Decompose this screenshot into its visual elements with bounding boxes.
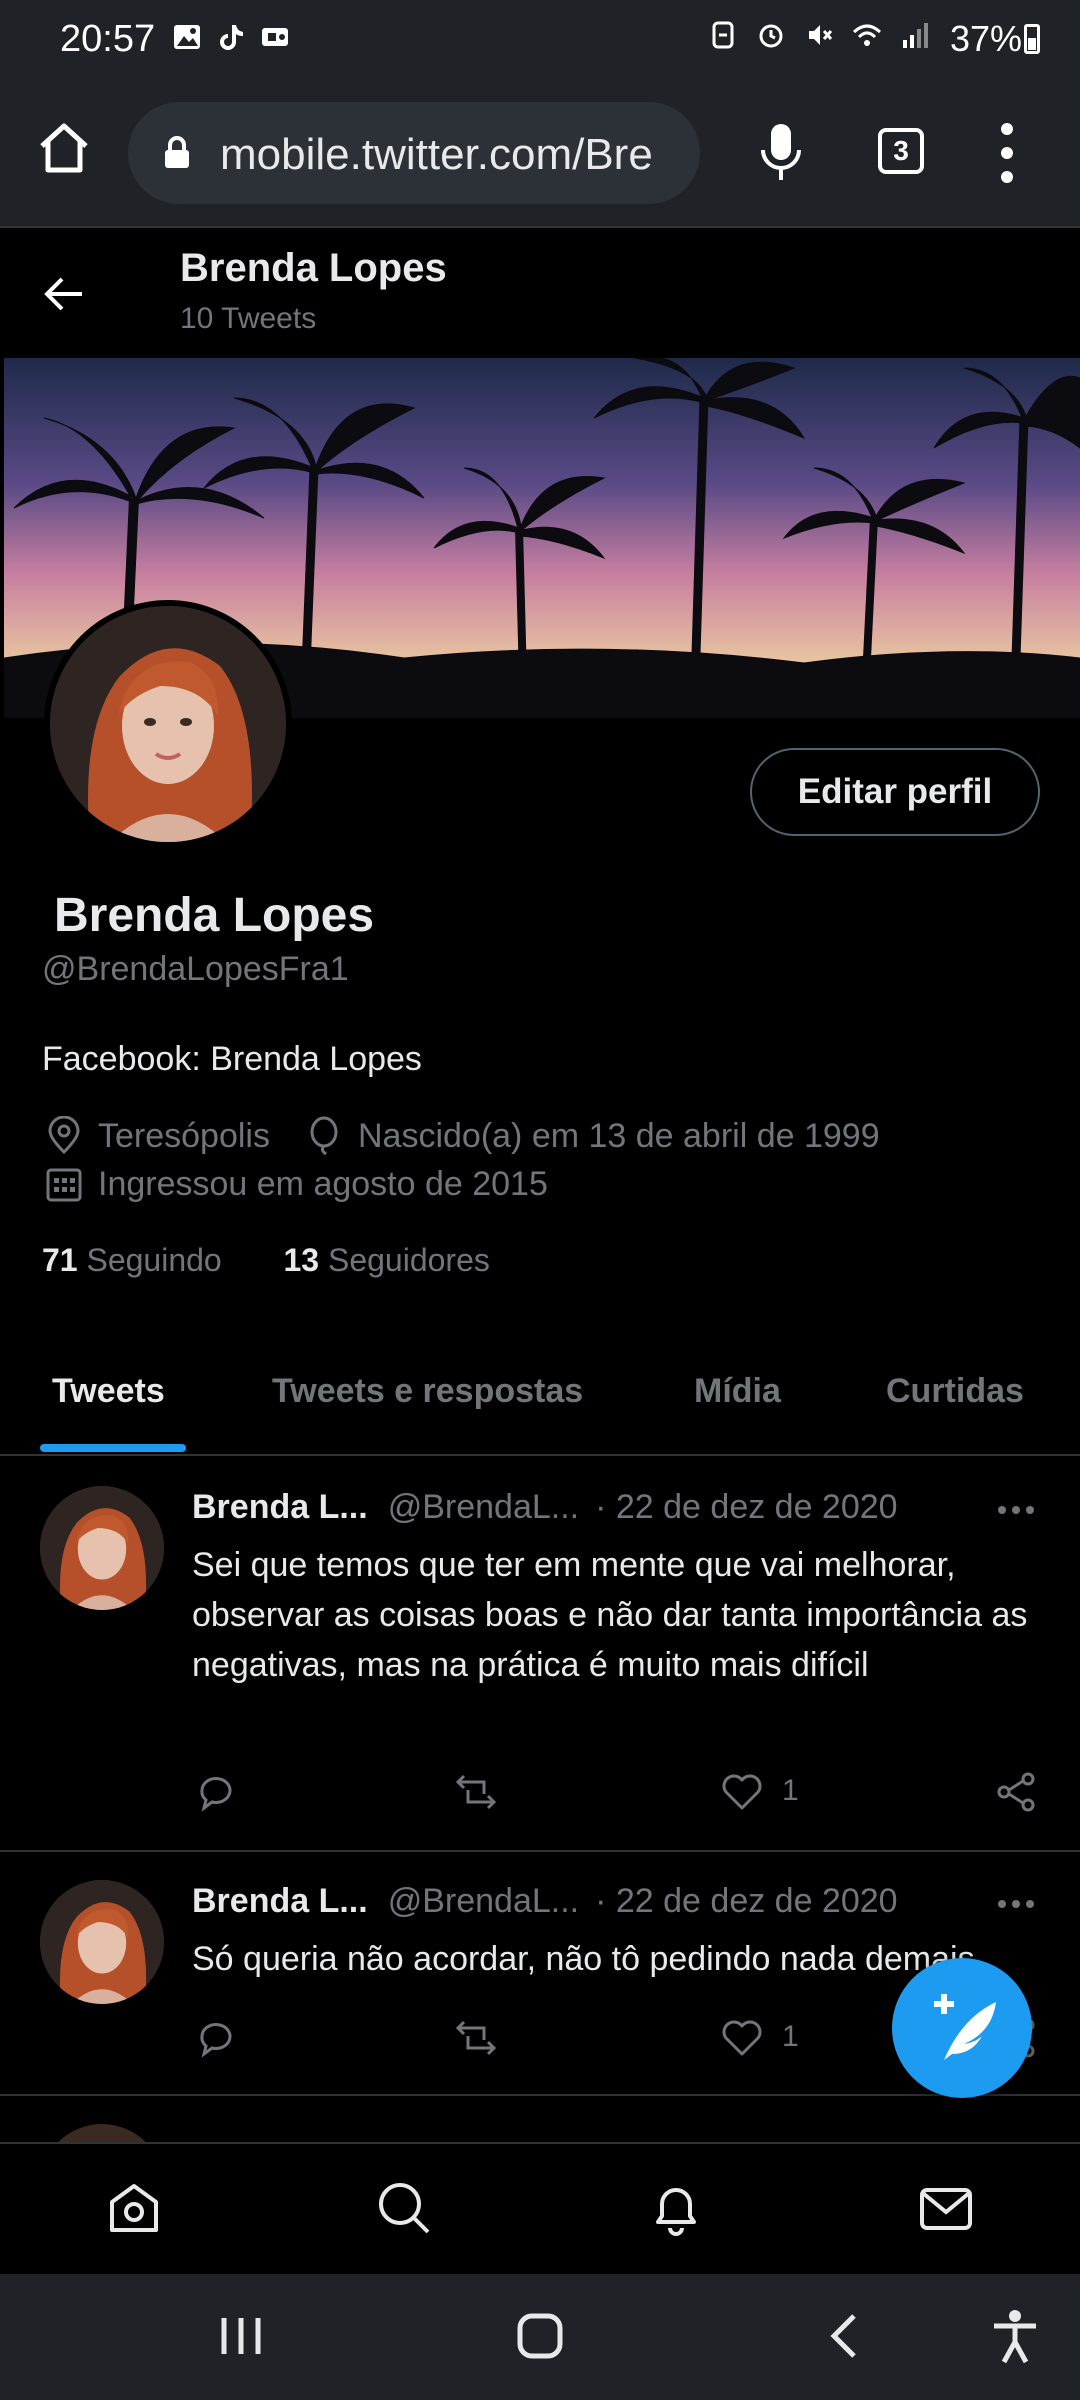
- active-tab-indicator: [40, 1444, 186, 1452]
- signal-icon: [903, 23, 928, 48]
- balloon-icon: [310, 1116, 338, 1156]
- profile-meta-row: Teresópolis Nascido(a) em 13 de abril de…: [44, 1116, 880, 1156]
- more-horiz-icon[interactable]: [996, 1894, 1036, 1914]
- reply-icon[interactable]: [194, 2016, 238, 2060]
- more-horiz-icon[interactable]: [996, 1500, 1036, 1520]
- tab-switcher-button[interactable]: 3: [878, 128, 924, 174]
- back-button-icon[interactable]: [826, 2308, 862, 2364]
- profile-display-name: Brenda Lopes: [54, 889, 375, 942]
- following-count: 71: [42, 1242, 78, 1278]
- tweet-avatar[interactable]: [40, 2124, 164, 2142]
- tweet-header: Brenda L... @BrendaL... · 22 de dez de 202…: [192, 1882, 1072, 1921]
- followers-link[interactable]: 13 Seguidores: [284, 1242, 490, 1278]
- home-button-icon[interactable]: [514, 2308, 566, 2364]
- system-navigation: [0, 2274, 1080, 2400]
- followers-count: 13: [283, 1242, 320, 1278]
- following-label: Seguindo: [86, 1242, 222, 1278]
- back-arrow-icon[interactable]: [40, 270, 88, 318]
- tiktok-icon: [220, 25, 243, 50]
- follow-stats: 71 Seguindo 13 Seguidores: [42, 1242, 490, 1279]
- home-nav-icon[interactable]: [104, 2178, 164, 2238]
- location-icon: [48, 1116, 80, 1155]
- tweet-actions: 1: [192, 1770, 1042, 1818]
- address-bar[interactable]: mobile.twitter.com/Bre: [128, 102, 700, 204]
- profile-joined-row: Ingressou em agosto de 2015: [44, 1164, 548, 1204]
- profile-joined: Ingressou em agosto de 2015: [98, 1164, 548, 1203]
- bottom-navigation: [0, 2142, 1080, 2272]
- tweet-author-name[interactable]: Brenda L...: [192, 1488, 368, 1526]
- gallery-icon: [174, 25, 200, 49]
- edit-profile-button[interactable]: Editar perfil: [750, 748, 1040, 836]
- messages-icon[interactable]: [916, 2178, 976, 2238]
- lock-icon: [165, 136, 189, 168]
- profile-header: Brenda Lopes 10 Tweets: [0, 230, 1080, 358]
- tweet-avatar[interactable]: [40, 1880, 164, 2004]
- tweet[interactable]: Brenda L... @BrendaL... · 22 de dez de 202…: [0, 1458, 1080, 1852]
- tweet-text: Sei que temos que ter em mente que vai m…: [192, 1546, 1028, 1684]
- tweet-header: Brenda L... @BrendaL... · 22 de dez de 202…: [192, 1488, 1072, 1527]
- url-text[interactable]: mobile.twitter.com/Bre: [220, 130, 680, 180]
- alarm-icon: [759, 24, 783, 48]
- profile-avatar[interactable]: [44, 600, 292, 848]
- retweet-icon[interactable]: [454, 1770, 498, 1814]
- tab-media[interactable]: Mídia: [694, 1372, 781, 1411]
- more-vert-icon[interactable]: [992, 120, 1022, 186]
- profile-handle: @BrendaLopesFra1: [42, 950, 349, 988]
- wifi-icon: [852, 24, 882, 46]
- tab-tweets-and-replies[interactable]: Tweets e respostas: [272, 1372, 583, 1411]
- tab-tweets[interactable]: Tweets: [52, 1372, 165, 1411]
- following-link[interactable]: 71 Seguindo: [42, 1242, 222, 1278]
- share-icon[interactable]: [994, 1770, 1038, 1814]
- accessibility-icon[interactable]: [990, 2308, 1040, 2364]
- battery-icon: [1024, 24, 1040, 54]
- like-count: 1: [782, 2020, 799, 2053]
- tweet-author-handle[interactable]: @BrendaL...: [388, 1882, 579, 1920]
- tweet-avatar[interactable]: [40, 1486, 164, 1610]
- profile-location: Teresópolis: [98, 1116, 270, 1155]
- notifications-icon[interactable]: [646, 2178, 706, 2238]
- tweet-author-name[interactable]: Brenda L...: [192, 1882, 368, 1920]
- tweet-partial[interactable]: [0, 2096, 1080, 2142]
- status-time: 20:57: [60, 18, 156, 60]
- header-name: Brenda Lopes: [180, 246, 447, 290]
- battery-level: 37%: [949, 18, 1022, 59]
- browser-toolbar: mobile.twitter.com/Bre 3: [0, 80, 1080, 228]
- profile-bio: Facebook: Brenda Lopes: [42, 1040, 422, 1078]
- mute-icon: [809, 25, 833, 45]
- compose-feather-icon: [934, 1994, 996, 2060]
- compose-tweet-button[interactable]: [892, 1958, 1032, 2098]
- tweet-date[interactable]: · 22 de dez de 2020: [595, 1488, 897, 1526]
- like-count: 1: [782, 1774, 799, 1807]
- microphone-icon[interactable]: [758, 120, 804, 184]
- followers-label: Seguidores: [327, 1242, 490, 1278]
- status-bar: 20:57 37%: [0, 0, 1080, 80]
- reply-icon[interactable]: [194, 1770, 238, 1814]
- nfc-icon: [712, 21, 734, 49]
- profile-birthday: Nascido(a) em 13 de abril de 1999: [357, 1116, 880, 1155]
- calendar-icon: [46, 1168, 82, 1202]
- search-icon[interactable]: [374, 2178, 434, 2238]
- profile-tabs: Tweets Tweets e respostas Mídia Curtidas: [0, 1340, 1080, 1456]
- home-icon[interactable]: [36, 120, 92, 176]
- recent-apps-icon[interactable]: [216, 2308, 266, 2364]
- vpn-icon: [262, 28, 288, 46]
- like-icon[interactable]: [720, 2016, 764, 2060]
- tweet-author-handle[interactable]: @BrendaL...: [388, 1488, 579, 1526]
- retweet-icon[interactable]: [454, 2016, 498, 2060]
- header-tweet-count: 10 Tweets: [180, 302, 317, 335]
- tab-likes[interactable]: Curtidas: [886, 1372, 1024, 1411]
- like-icon[interactable]: [720, 1770, 764, 1814]
- tweet-date[interactable]: · 22 de dez de 2020: [595, 1882, 897, 1920]
